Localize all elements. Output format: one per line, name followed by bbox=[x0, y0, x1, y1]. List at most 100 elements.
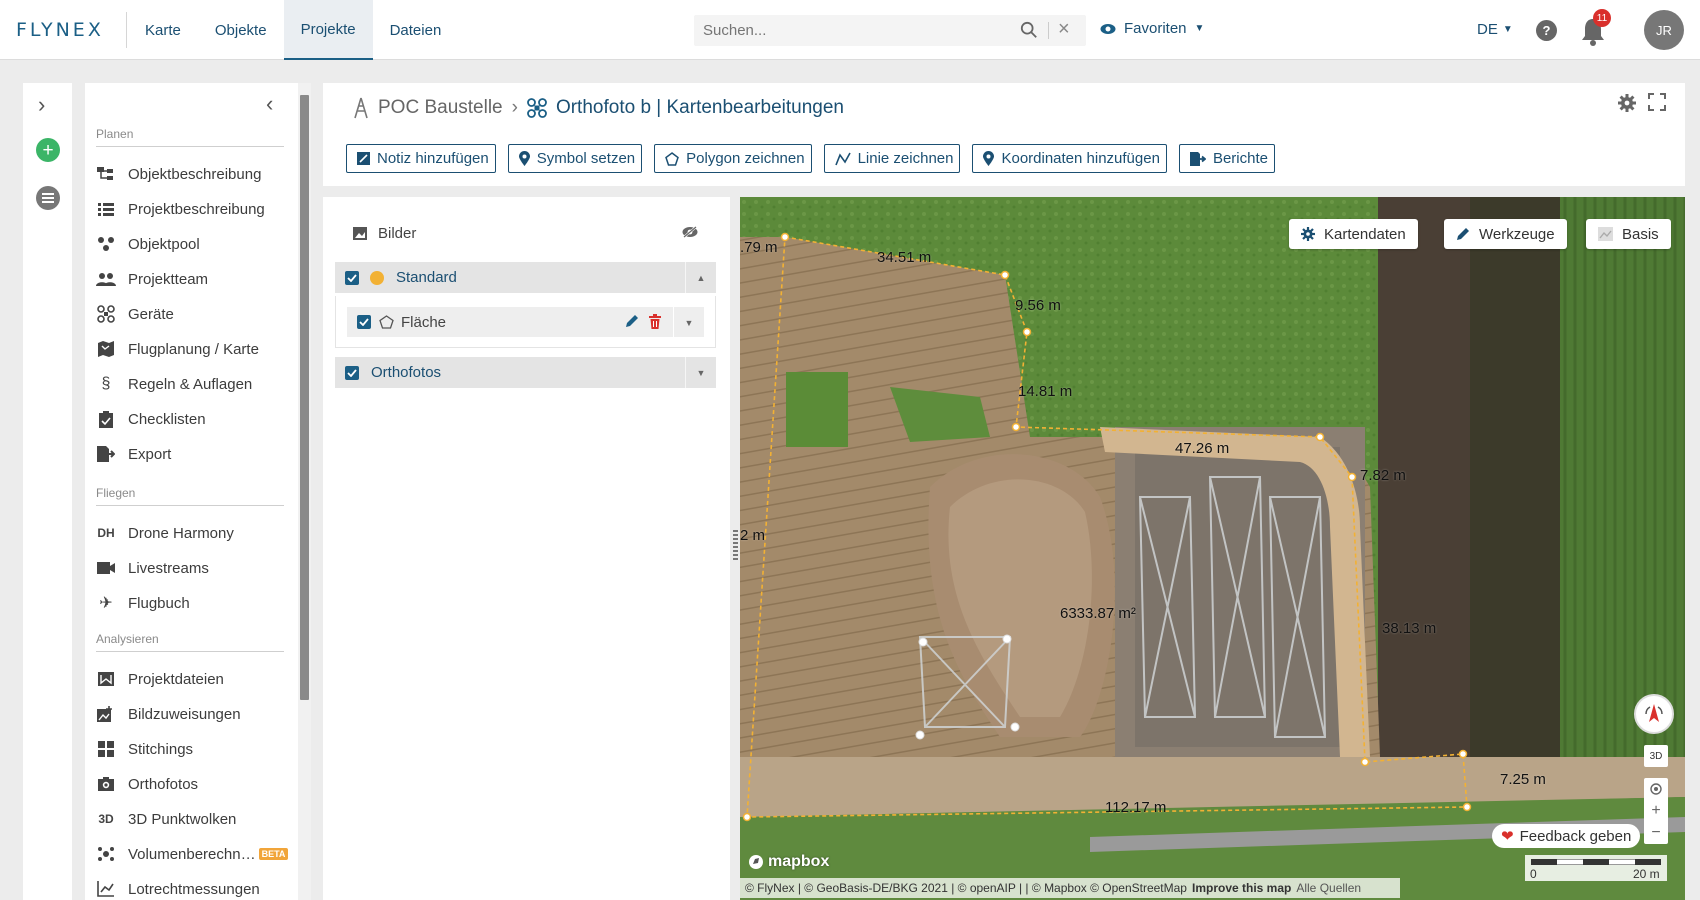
set-symbol-button[interactable]: Symbol setzen bbox=[507, 144, 643, 173]
sidebar-item-label: Lotrechtmessungen bbox=[128, 880, 260, 898]
layer-checkbox[interactable] bbox=[357, 315, 371, 329]
pin-icon bbox=[983, 151, 995, 166]
zoom-out-button[interactable]: − bbox=[1644, 822, 1668, 844]
beta-badge: BETA bbox=[258, 848, 289, 860]
sidebar-item-objektbeschreibung[interactable]: Objektbeschreibung bbox=[96, 162, 261, 186]
files-icon bbox=[96, 670, 116, 688]
orthophoto bbox=[740, 197, 1685, 900]
map-toolbar: Notiz hinzufügen Symbol setzen Polygon z… bbox=[346, 144, 1275, 173]
toolbar-label: Symbol setzen bbox=[536, 150, 636, 167]
all-sources-link[interactable]: Alle Quellen bbox=[1296, 881, 1361, 895]
reports-button[interactable]: Berichte bbox=[1178, 144, 1275, 173]
sidebar-item-punktwolken[interactable]: 3D 3D Punktwolken bbox=[96, 807, 236, 831]
nav-projekte[interactable]: Projekte bbox=[283, 0, 373, 60]
draw-line-button[interactable]: Linie zeichnen bbox=[823, 144, 961, 173]
gear-icon[interactable] bbox=[1617, 93, 1637, 113]
nav-dateien[interactable]: Dateien bbox=[373, 0, 459, 60]
layer-group-standard[interactable]: Standard ▲ bbox=[335, 262, 716, 293]
sidebar-item-stitchings[interactable]: Stitchings bbox=[96, 737, 193, 761]
sidebar-item-label: Geräte bbox=[128, 305, 174, 323]
compass-icon[interactable] bbox=[1634, 694, 1674, 734]
sidebar-item-projektdateien[interactable]: Projektdateien bbox=[96, 667, 224, 691]
sidebar-item-checklisten[interactable]: Checklisten bbox=[96, 407, 206, 431]
section-planen: Planen bbox=[96, 127, 284, 147]
panel-resize-handle[interactable] bbox=[733, 530, 738, 560]
layer-checkbox[interactable] bbox=[345, 365, 359, 380]
tools-button[interactable]: Werkzeuge bbox=[1444, 219, 1567, 249]
sidebar-item-projektbeschreibung[interactable]: Projektbeschreibung bbox=[96, 197, 265, 221]
language-dropdown[interactable]: DE ▼ bbox=[1477, 21, 1513, 38]
plane-icon: ✈ bbox=[99, 595, 113, 612]
drone-icon bbox=[527, 98, 547, 118]
measurement-label: 7.25 m bbox=[1500, 771, 1546, 788]
sidebar-item-regeln[interactable]: § Regeln & Auflagen bbox=[96, 372, 253, 396]
plumb-icon bbox=[96, 880, 116, 898]
search-icon[interactable] bbox=[1020, 21, 1038, 39]
sidebar-item-livestreams[interactable]: Livestreams bbox=[96, 556, 209, 580]
collapse-sidebar-icon[interactable]: ‹ bbox=[266, 91, 273, 117]
sidebar-item-drone-harmony[interactable]: DH Drone Harmony bbox=[96, 521, 234, 545]
sidebar-item-flugbuch[interactable]: ✈ Flugbuch bbox=[96, 591, 189, 615]
sidebar-item-volumenberechnung[interactable]: Volumenberechn… BETA bbox=[96, 842, 289, 866]
improve-map-link[interactable]: Improve this map bbox=[1192, 881, 1291, 895]
eye-off-icon[interactable] bbox=[682, 226, 698, 238]
nav-objekte[interactable]: Objekte bbox=[198, 0, 284, 60]
sidebar-item-label: Drone Harmony bbox=[128, 524, 234, 542]
map-data-button[interactable]: Kartendaten bbox=[1289, 219, 1418, 249]
measurement-label: 2 m bbox=[740, 527, 766, 544]
sidebar-item-bildzuweisungen[interactable]: Bildzuweisungen bbox=[96, 702, 241, 726]
favorites-dropdown[interactable]: Favoriten ▼ bbox=[1100, 20, 1204, 37]
sidebar-item-label: Flugplanung / Karte bbox=[128, 340, 259, 358]
zoom-in-button[interactable]: + bbox=[1644, 800, 1668, 822]
add-coordinates-button[interactable]: Koordinaten hinzufügen bbox=[972, 144, 1167, 173]
feedback-button[interactable]: ❤ Feedback geben bbox=[1492, 824, 1641, 848]
avatar[interactable]: JR bbox=[1644, 10, 1684, 50]
hierarchy-icon bbox=[96, 165, 116, 183]
sidebar-item-flugplanung[interactable]: Flugplanung / Karte bbox=[96, 337, 259, 361]
basemap-button[interactable]: Basis bbox=[1586, 219, 1671, 249]
sidebar-item-export[interactable]: Export bbox=[96, 442, 171, 466]
layers-icon bbox=[1598, 227, 1613, 241]
map-view[interactable]: 34.51 m 9.56 m 14.81 m 47.26 m 7.82 m 38… bbox=[740, 197, 1685, 900]
add-note-button[interactable]: Notiz hinzufügen bbox=[346, 144, 496, 173]
export-icon bbox=[96, 445, 116, 463]
add-icon[interactable]: + bbox=[36, 138, 60, 162]
clear-search-icon[interactable]: × bbox=[1058, 18, 1070, 41]
layer-checkbox[interactable] bbox=[345, 270, 359, 285]
sidebar-item-lotrechtmessungen[interactable]: Lotrechtmessungen bbox=[96, 877, 260, 900]
fullscreen-icon[interactable] bbox=[1648, 93, 1666, 111]
sidebar-item-label: Export bbox=[128, 445, 172, 463]
map-attribution: © FlyNex | © GeoBasis-DE/BKG 2021 | © op… bbox=[740, 878, 1400, 898]
help-icon[interactable]: ? bbox=[1536, 20, 1557, 41]
layer-group-orthofotos[interactable]: Orthofotos ▼ bbox=[335, 357, 716, 388]
toggle-3d-button[interactable]: 3D bbox=[1644, 745, 1668, 767]
sidebar-scroll-thumb[interactable] bbox=[300, 95, 309, 700]
chevron-down-icon[interactable]: ▼ bbox=[685, 357, 716, 388]
layer-item-flaeche[interactable]: Fläche ▼ bbox=[347, 307, 704, 338]
chevron-down-icon: ▼ bbox=[1194, 23, 1205, 34]
expand-rail-icon[interactable]: › bbox=[38, 92, 45, 118]
dh-icon: DH bbox=[97, 526, 115, 540]
search-input[interactable] bbox=[694, 22, 1004, 39]
sidebar-item-label: Livestreams bbox=[128, 559, 209, 577]
nav-karte[interactable]: Karte bbox=[128, 0, 198, 60]
delete-icon[interactable] bbox=[649, 314, 661, 329]
locate-icon[interactable] bbox=[1644, 778, 1668, 800]
layer-color-dot bbox=[370, 270, 384, 285]
draw-polygon-button[interactable]: Polygon zeichnen bbox=[654, 144, 812, 173]
breadcrumb-project[interactable]: POC Baustelle bbox=[378, 97, 503, 119]
mapbox-logo[interactable]: mapbox bbox=[748, 853, 829, 871]
drone-icon bbox=[96, 305, 116, 323]
chevron-down-icon[interactable]: ▼ bbox=[673, 307, 704, 338]
list-icon[interactable] bbox=[36, 186, 60, 210]
sidebar-item-projektteam[interactable]: Projektteam bbox=[96, 267, 208, 291]
section-analysieren: Analysieren bbox=[96, 632, 284, 652]
camera-icon bbox=[96, 775, 116, 793]
chevron-up-icon[interactable]: ▲ bbox=[685, 262, 716, 293]
edit-icon[interactable] bbox=[624, 314, 639, 329]
sidebar-item-objektpool[interactable]: Objektpool bbox=[96, 232, 200, 256]
flynex-logo[interactable]: FLYNEX bbox=[16, 16, 104, 44]
sidebar-item-orthofotos[interactable]: Orthofotos bbox=[96, 772, 198, 796]
page-title: Orthofoto b | Kartenbearbeitungen bbox=[555, 97, 844, 118]
sidebar-item-geraete[interactable]: Geräte bbox=[96, 302, 174, 326]
